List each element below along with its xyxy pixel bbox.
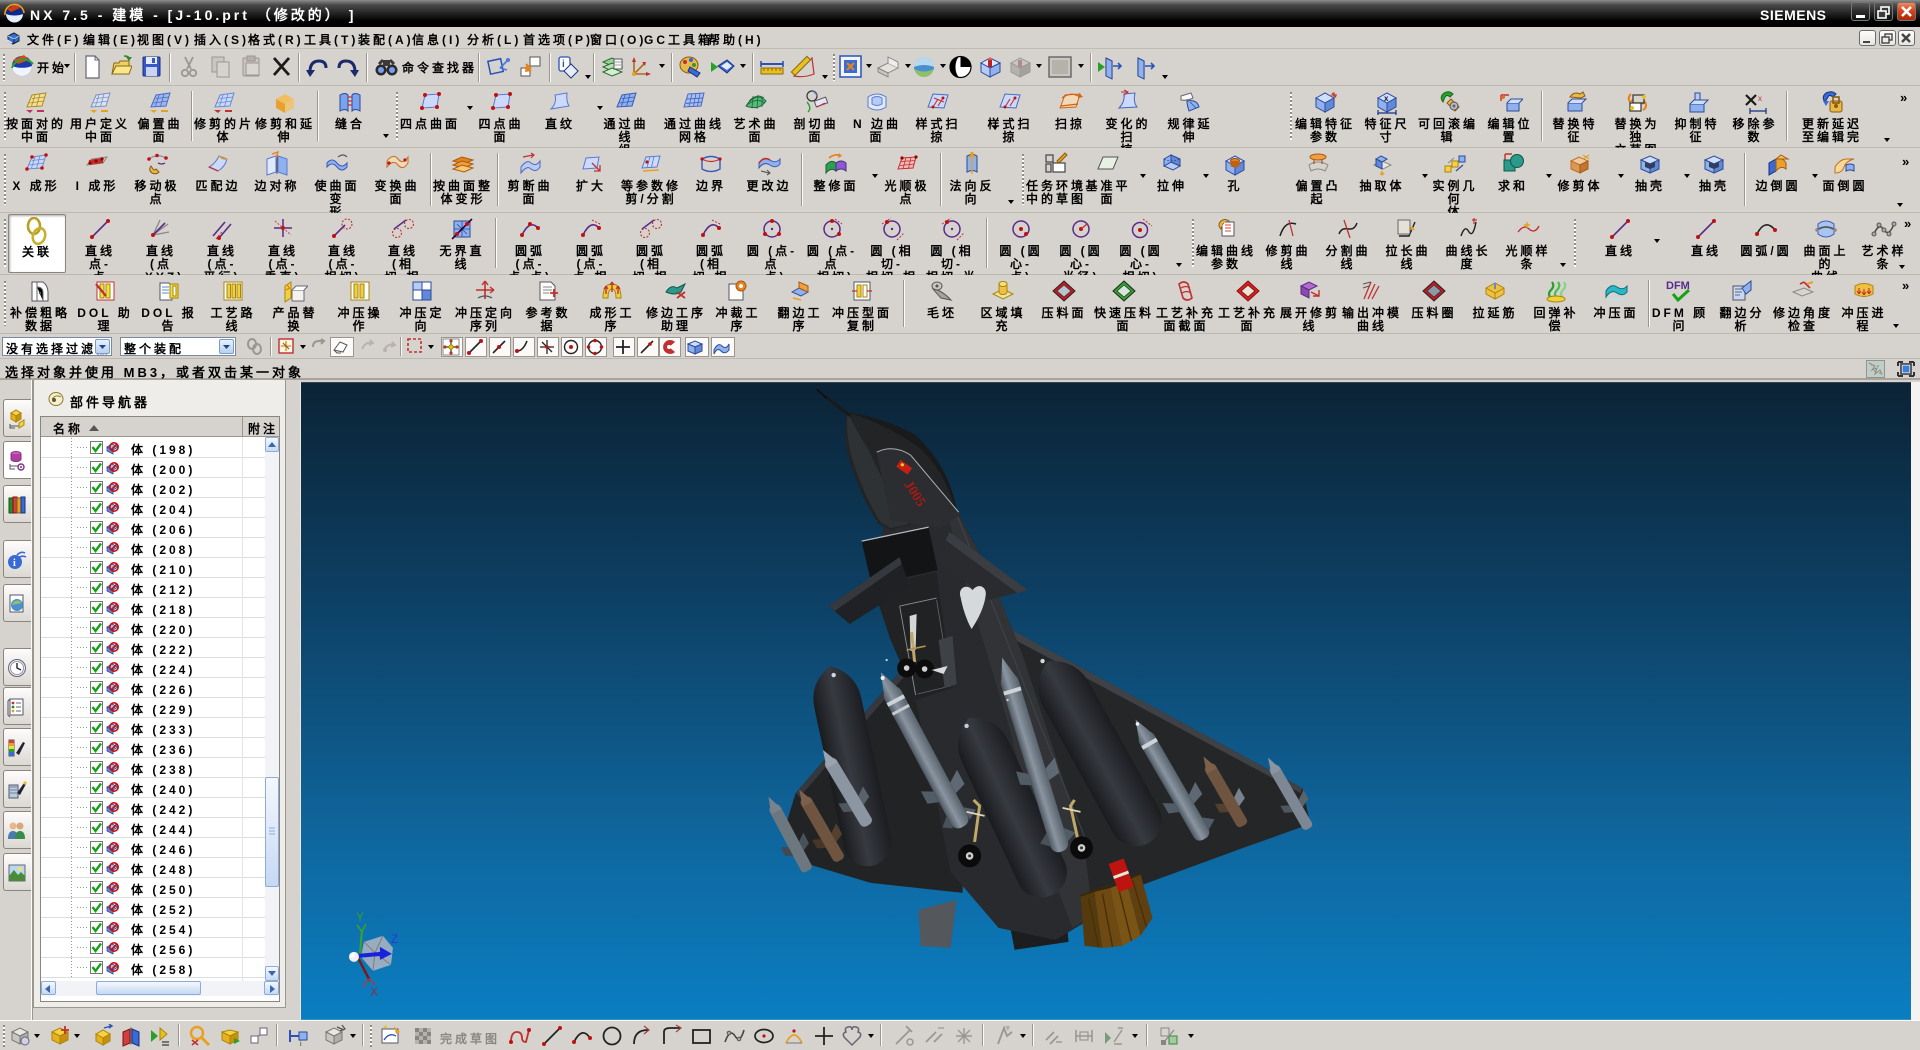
svg-text:x: x [1384,94,1389,103]
svg-text:i: i [300,1041,302,1048]
svg-text:Y: Y [356,910,364,924]
svg-text:x: x [1333,93,1337,100]
svg-text:X: X [370,985,378,999]
svg-text:i: i [562,59,565,70]
svg-text:Z: Z [391,932,398,946]
svg-text:DFM: DFM [1666,280,1690,292]
svg-text:x: x [1758,94,1762,103]
svg-text:i: i [13,558,16,569]
